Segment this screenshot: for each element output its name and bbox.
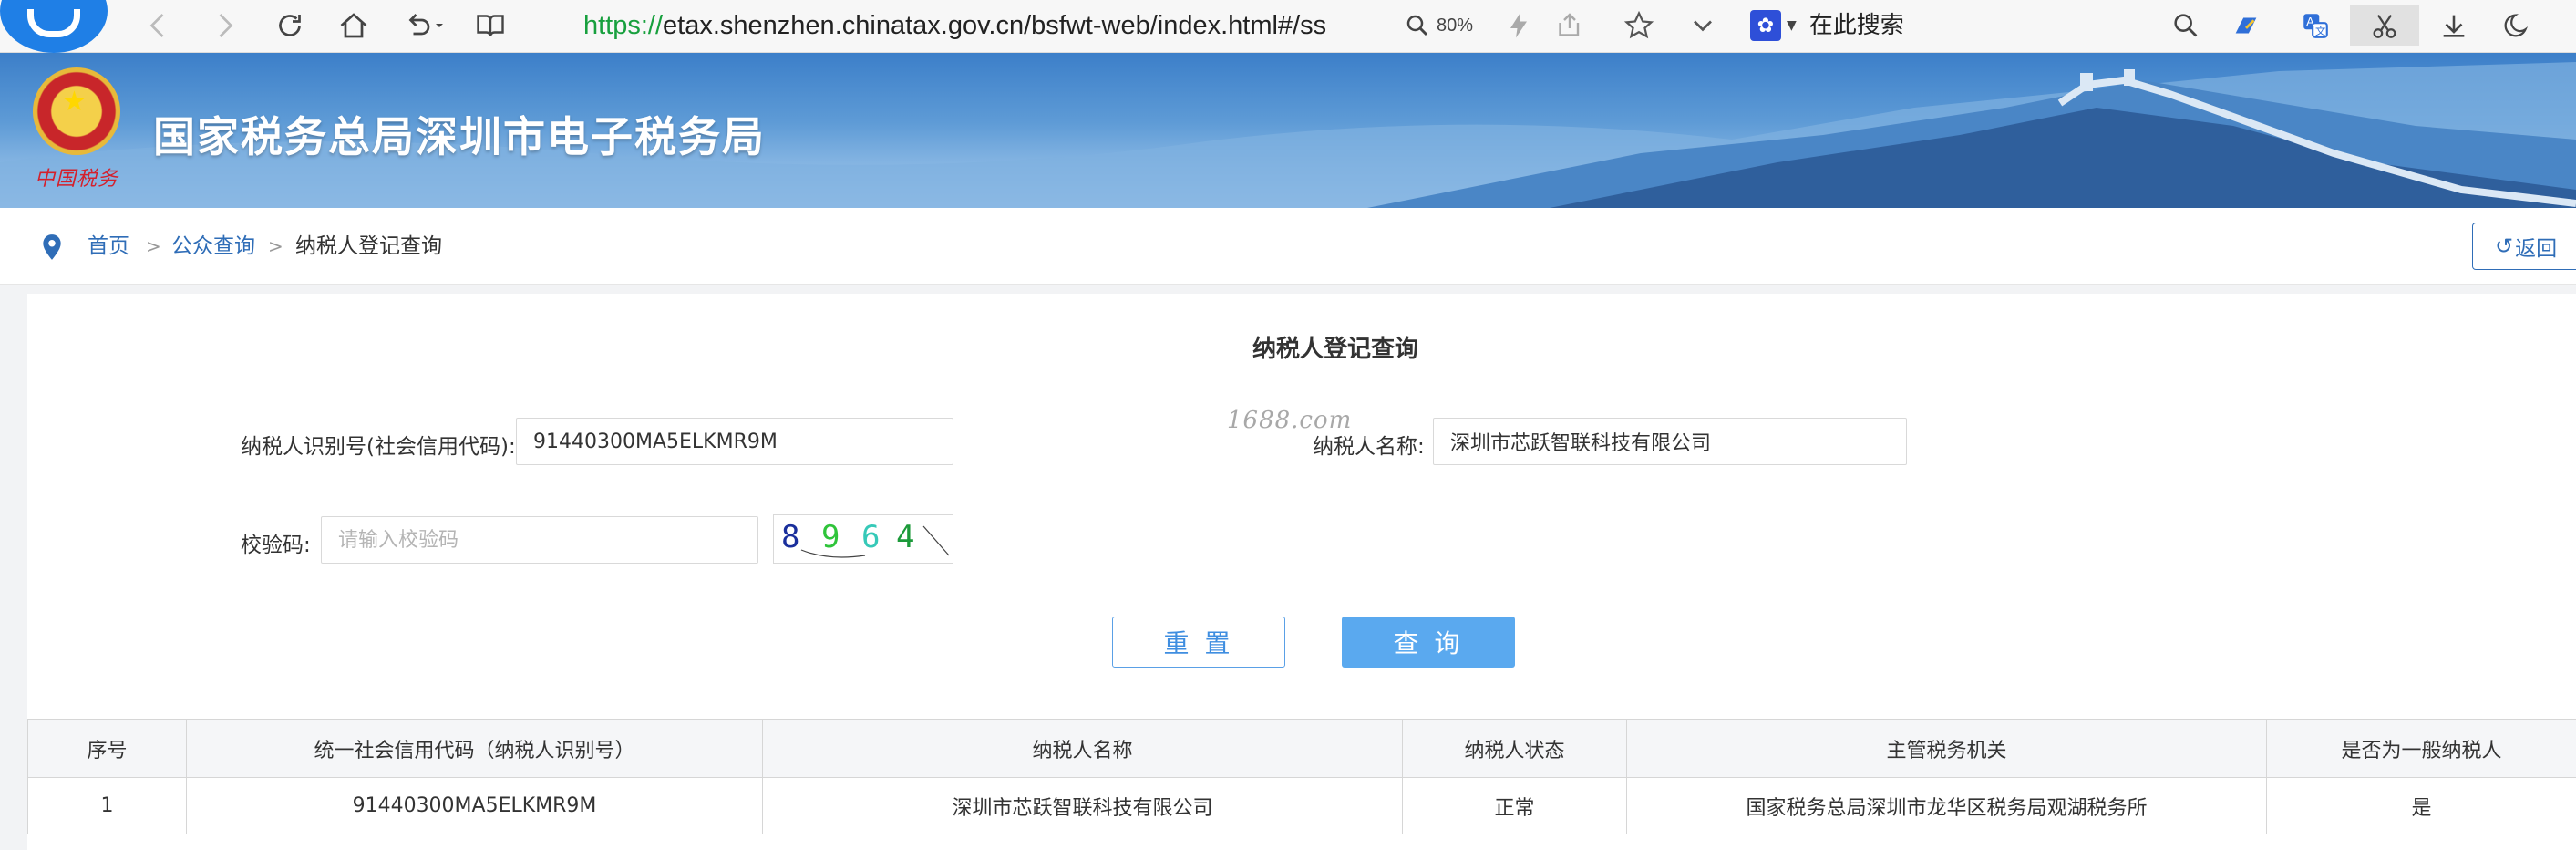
taxpayer-name-field[interactable] bbox=[1433, 418, 1907, 465]
return-arrow-icon: ↺ bbox=[2495, 233, 2514, 259]
table-cell: 是 bbox=[2266, 777, 2576, 834]
site-banner: 中国税务 国家税务总局深圳市电子税务局 bbox=[0, 53, 2576, 208]
location-pin-icon bbox=[43, 234, 61, 260]
taxpayer-id-label: 纳税人识别号(社会信用代码): bbox=[241, 435, 516, 459]
zoom-control[interactable]: 80% bbox=[1404, 5, 1473, 46]
browser-logo-icon[interactable] bbox=[0, 0, 108, 53]
lightning-icon[interactable] bbox=[1499, 5, 1539, 46]
captcha-input[interactable] bbox=[321, 516, 758, 564]
table-header-row: 序号 统一社会信用代码（纳税人识别号） 纳税人名称 纳税人状态 主管税务机关 是… bbox=[27, 719, 2576, 778]
column-header: 统一社会信用代码（纳税人识别号） bbox=[186, 719, 763, 778]
query-button[interactable]: 查 询 bbox=[1342, 617, 1515, 668]
translate-icon[interactable]: A文 bbox=[2293, 5, 2337, 46]
share-icon[interactable] bbox=[1550, 5, 1590, 46]
back-arrow-icon[interactable] bbox=[139, 5, 179, 46]
browser-search[interactable]: ✿ ▼ bbox=[1750, 5, 2215, 46]
svg-text:文: 文 bbox=[2315, 25, 2325, 37]
breadcrumb-current: 纳税人登记查询 bbox=[295, 234, 442, 258]
taxpayer-name-label: 纳税人名称: bbox=[1313, 435, 1425, 459]
breadcrumb-separator: > bbox=[146, 235, 161, 257]
chevron-down-icon[interactable] bbox=[1683, 5, 1723, 46]
national-emblem-icon bbox=[33, 67, 120, 155]
search-icon[interactable] bbox=[2164, 5, 2208, 46]
back-button-label: 返回 bbox=[2515, 237, 2558, 261]
breadcrumb-public-query[interactable]: 公众查询 bbox=[171, 230, 255, 263]
taxpayer-id-field[interactable] bbox=[516, 418, 953, 465]
table-cell: 国家税务总局深圳市龙华区税务局观湖税务所 bbox=[1626, 777, 2267, 834]
zoom-icon bbox=[1406, 15, 1428, 36]
captcha-label: 校验码: bbox=[241, 534, 311, 557]
table-cell: 正常 bbox=[1402, 777, 1627, 834]
column-header: 序号 bbox=[27, 719, 187, 778]
address-bar[interactable]: https://etax.shenzhen.chinatax.gov.cn/bs… bbox=[583, 4, 1367, 47]
table-row: 1 91440300MA5ELKMR9M 深圳市芯跃智联科技有限公司 正常 国家… bbox=[27, 777, 2576, 834]
forward-arrow-icon[interactable] bbox=[204, 5, 244, 46]
column-header: 主管税务机关 bbox=[1626, 719, 2267, 778]
search-engine-icon[interactable]: ✿ bbox=[1750, 10, 1781, 41]
reload-icon[interactable] bbox=[270, 5, 310, 46]
back-button[interactable]: ↺ 返回 bbox=[2472, 223, 2576, 270]
favorite-star-icon[interactable] bbox=[1619, 5, 1659, 46]
screenshot-scissors-icon[interactable] bbox=[2350, 5, 2419, 46]
tax-logo-text: 中国税务 bbox=[35, 168, 119, 191]
breadcrumb-separator: > bbox=[268, 235, 283, 257]
svg-text:A: A bbox=[2306, 16, 2314, 29]
download-icon[interactable] bbox=[2432, 5, 2476, 46]
site-title: 国家税务总局深圳市电子税务局 bbox=[153, 112, 766, 161]
table-cell: 1 bbox=[27, 777, 187, 834]
home-icon[interactable] bbox=[334, 5, 374, 46]
captcha-image[interactable]: 8 9 6 4 bbox=[773, 514, 953, 564]
captcha-noise bbox=[800, 525, 950, 558]
breadcrumb: 首页 > 公众查询 > 纳税人登记查询 ↺ 返回 bbox=[0, 208, 2576, 285]
night-mode-icon[interactable] bbox=[2496, 5, 2540, 46]
table-cell: 深圳市芯跃智联科技有限公司 bbox=[762, 777, 1403, 834]
column-header: 纳税人状态 bbox=[1402, 719, 1627, 778]
search-engine-dropdown-icon[interactable]: ▼ bbox=[1787, 18, 1797, 33]
undo-dropdown-icon[interactable] bbox=[428, 5, 450, 46]
reset-button[interactable]: 重 置 bbox=[1112, 617, 1285, 668]
browser-toolbar: https://etax.shenzhen.chinatax.gov.cn/bs… bbox=[0, 0, 2576, 53]
zoom-level: 80% bbox=[1437, 15, 1474, 36]
search-input[interactable] bbox=[1808, 12, 2128, 39]
column-header: 是否为一般纳税人 bbox=[2266, 719, 2576, 778]
query-panel: 纳税人登记查询 纳税人识别号(社会信用代码): 1688.com 纳税人名称: … bbox=[27, 294, 2576, 850]
url-text: etax.shenzhen.chinatax.gov.cn/bsfwt-web/… bbox=[663, 11, 1327, 40]
reading-mode-icon[interactable] bbox=[470, 5, 510, 46]
column-header: 纳税人名称 bbox=[762, 719, 1403, 778]
url-scheme: https:// bbox=[583, 11, 664, 40]
results-table: 序号 统一社会信用代码（纳税人识别号） 纳税人名称 纳税人状态 主管税务机关 是… bbox=[27, 719, 2576, 834]
breadcrumb-home[interactable]: 首页 bbox=[88, 230, 129, 263]
page-title: 纳税人登记查询 bbox=[1252, 336, 1418, 363]
extension-icon[interactable] bbox=[2224, 5, 2268, 46]
table-cell: 91440300MA5ELKMR9M bbox=[186, 777, 763, 834]
